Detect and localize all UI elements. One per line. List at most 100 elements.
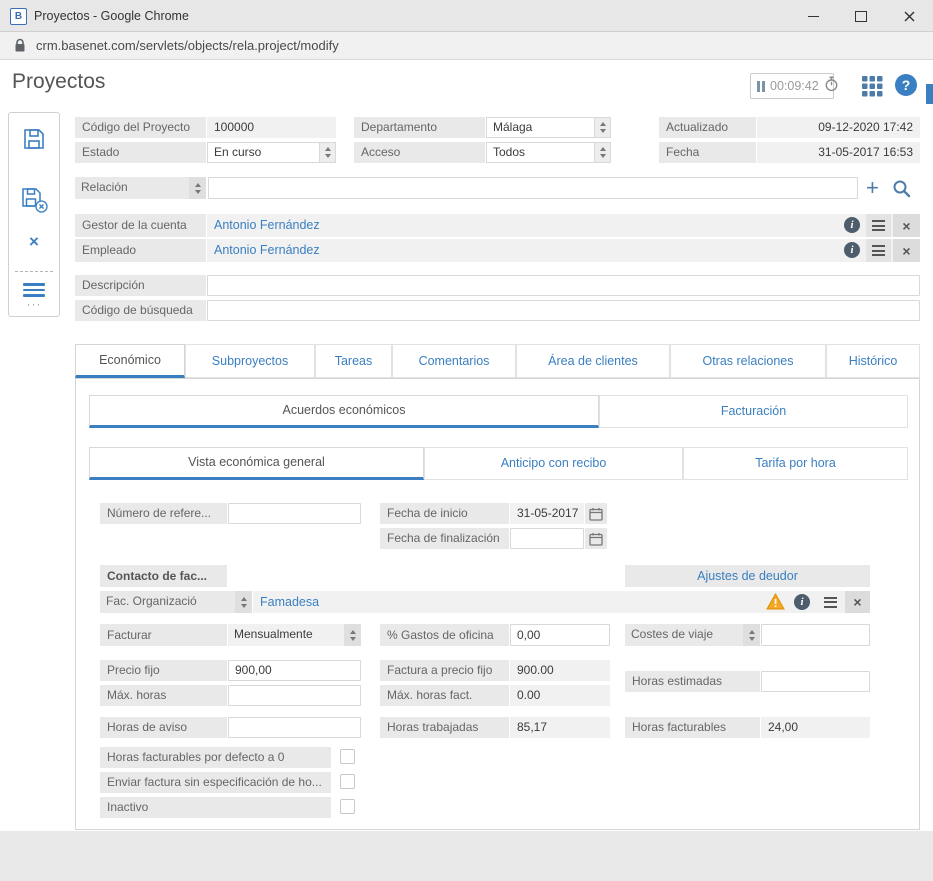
spinner-icon[interactable] [189, 177, 206, 199]
cancel-button[interactable]: × [9, 232, 59, 252]
costes-label: Costes de viaje [625, 624, 743, 646]
gestor-menu-button[interactable] [866, 214, 891, 237]
check-enviar-factura-label: Enviar factura sin especificación de ho.… [100, 772, 331, 793]
empleado-info-icon[interactable]: i [844, 242, 860, 258]
check-inactivo-checkbox[interactable] [340, 799, 355, 814]
horas-estimadas-input[interactable] [761, 671, 870, 692]
save-icon [24, 129, 44, 149]
fac-org-menu-button[interactable] [818, 591, 842, 613]
fecha-fin-label: Fecha de finalización [380, 528, 509, 549]
max-horas-input[interactable] [228, 685, 361, 706]
ajustes-de-deudor-button[interactable]: Ajustes de deudor [625, 565, 870, 587]
help-button[interactable]: ? [895, 74, 917, 96]
save-and-close-button[interactable] [9, 186, 59, 213]
viewtab-tarifa-por-hora[interactable]: Tarifa por hora [683, 447, 908, 480]
toolbar-divider [15, 271, 53, 272]
gestor-link[interactable]: Antonio Fernández [207, 214, 320, 237]
relacion-input[interactable] [208, 177, 858, 199]
estado-label: Estado [75, 142, 206, 163]
empleado-clear-button[interactable]: × [893, 239, 920, 262]
add-relation-button[interactable]: + [866, 177, 879, 199]
tab-area-de-clientes[interactable]: Área de clientes [516, 344, 670, 378]
save-button[interactable] [9, 126, 59, 152]
actualizado-value: 09-12-2020 17:42 [757, 117, 920, 138]
spinner-icon[interactable] [743, 624, 760, 646]
tab-comentarios[interactable]: Comentarios [392, 344, 516, 378]
fac-org-link[interactable]: Famadesa [253, 591, 319, 613]
check-horas-defecto-checkbox[interactable] [340, 749, 355, 764]
tab-otras-relaciones[interactable]: Otras relaciones [670, 344, 826, 378]
subtab-acuerdos-economicos[interactable]: Acuerdos económicos [89, 395, 599, 428]
gestor-field: Antonio Fernández [207, 214, 920, 237]
horas-trabajadas-value: 85,17 [510, 717, 610, 738]
calendar-icon [589, 507, 603, 521]
fecha-inicio-label: Fecha de inicio [380, 503, 509, 524]
minimize-button[interactable] [789, 0, 837, 32]
fecha-fin-calendar-button[interactable] [585, 528, 607, 549]
tab-economico[interactable]: Económico [75, 344, 185, 378]
horas-aviso-input[interactable] [228, 717, 361, 738]
precio-fijo-label: Precio fijo [100, 660, 227, 681]
save-close-icon [22, 188, 48, 213]
page-bottom-area [0, 831, 933, 881]
spinner-icon[interactable] [319, 142, 336, 163]
tab-historico[interactable]: Histórico [826, 344, 920, 378]
fecha-inicio-calendar-button[interactable] [585, 503, 607, 524]
gestor-info-icon[interactable]: i [844, 217, 860, 233]
clear-icon: × [902, 217, 911, 234]
costes-select[interactable]: Costes de viaje [625, 624, 760, 646]
departamento-select[interactable]: Málaga [486, 117, 611, 138]
timer-widget[interactable]: 00:09:42 [750, 73, 838, 99]
fac-org-clear-button[interactable]: × [845, 591, 870, 613]
stopwatch-icon [824, 75, 839, 97]
busqueda-input[interactable] [207, 300, 920, 321]
estado-select[interactable]: En curso [207, 142, 336, 163]
relacion-select[interactable]: Relación [75, 177, 206, 199]
page-title: Proyectos [12, 70, 106, 93]
descripcion-label: Descripción [75, 275, 206, 296]
viewtab-anticipo-con-recibo[interactable]: Anticipo con recibo [424, 447, 683, 480]
warning-icon[interactable] [766, 592, 785, 615]
descripcion-input[interactable] [207, 275, 920, 296]
tab-tareas[interactable]: Tareas [315, 344, 392, 378]
menu-button[interactable] [9, 281, 59, 297]
gestor-clear-button[interactable]: × [893, 214, 920, 237]
more-options[interactable]: ··· [9, 298, 59, 310]
facturar-select[interactable]: Mensualmente [228, 624, 361, 646]
gastos-input[interactable]: 0,00 [510, 624, 610, 646]
costes-input[interactable] [761, 624, 870, 646]
tab-subproyectos[interactable]: Subproyectos [185, 344, 315, 378]
fecha-fin-input[interactable] [510, 528, 584, 549]
actualizado-label: Actualizado [659, 117, 756, 138]
window-titlebar: B Proyectos - Google Chrome [0, 0, 933, 32]
acceso-select[interactable]: Todos [486, 142, 611, 163]
empleado-menu-button[interactable] [866, 239, 891, 262]
precio-fijo-input[interactable]: 900,00 [228, 660, 361, 681]
numero-ref-input[interactable] [228, 503, 361, 524]
codigo-value: 100000 [207, 117, 336, 138]
scrollbar-thumb[interactable] [926, 84, 933, 104]
estado-value: En curso [207, 142, 319, 163]
fac-org-info-icon[interactable]: i [794, 594, 810, 610]
close-window-button[interactable] [885, 0, 933, 32]
spinner-icon[interactable] [344, 624, 361, 646]
search-relation-button[interactable] [892, 179, 911, 203]
spinner-icon[interactable] [594, 117, 611, 138]
max-horas-fact-value: 0.00 [510, 685, 610, 706]
subtab-facturacion[interactable]: Facturación [599, 395, 908, 428]
fecha-label: Fecha [659, 142, 756, 163]
apps-grid-icon[interactable] [862, 76, 883, 102]
window-title: Proyectos - Google Chrome [34, 9, 189, 23]
spinner-icon[interactable] [594, 142, 611, 163]
fac-org-select[interactable]: Fac. Organizació [100, 591, 252, 613]
address-bar[interactable]: crm.basenet.com/servlets/objects/rela.pr… [0, 32, 933, 60]
empleado-field: Antonio Fernández [207, 239, 920, 262]
viewtab-vista-economica-general[interactable]: Vista económica general [89, 447, 424, 480]
codigo-label: Código del Proyecto [75, 117, 206, 138]
spinner-icon[interactable] [235, 591, 252, 613]
empleado-link[interactable]: Antonio Fernández [207, 239, 320, 262]
lock-icon [14, 38, 26, 53]
maximize-button[interactable] [837, 0, 885, 32]
check-enviar-factura-checkbox[interactable] [340, 774, 355, 789]
pause-icon[interactable] [757, 80, 765, 92]
